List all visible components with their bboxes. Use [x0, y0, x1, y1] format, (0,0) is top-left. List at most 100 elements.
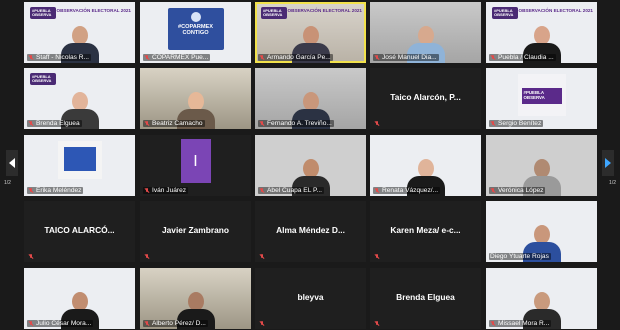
participant-name: Julio César Mora... [36, 320, 92, 327]
participant-tile[interactable]: Renata Vázquez/... [370, 135, 481, 196]
participant-name: Erika Meléndez [36, 187, 82, 194]
mic-muted-icon [490, 54, 496, 61]
participant-tile[interactable]: Fernando A. Treviño... [255, 68, 366, 129]
previous-page-button[interactable] [6, 150, 18, 176]
election-banner: OBSERVACIÓN ELECTORAL 2021 [287, 8, 362, 13]
participant-name: Fernando A. Treviño... [267, 120, 332, 127]
brand-badge: #PUEBLA OBSERVA [261, 7, 287, 19]
mic-muted-icon [374, 254, 380, 260]
mic-muted-icon [490, 320, 496, 327]
participant-name: Diego Ytuarte Rojas [490, 253, 549, 260]
participant-name-label: Beatriz Camacho [143, 120, 205, 127]
mic-muted-icon [259, 321, 265, 327]
participant-name-label: Brenda Elguea [27, 120, 82, 127]
participant-name: Armando García Pe... [267, 54, 331, 61]
page-indicator-left: 1/2 [4, 180, 11, 186]
participant-name-label: Sergio Benítez [489, 120, 544, 127]
participant-tile[interactable]: Brenda Elguea [370, 268, 481, 329]
participant-tile[interactable]: Taico Alarcón, P... [370, 68, 481, 129]
participant-name-label: Diego Ytuarte Rojas [489, 253, 551, 260]
mic-muted-icon [144, 320, 150, 327]
logo-text: #COPARMEX CONTIGO [177, 24, 214, 36]
participant-name-label: Armando García Pe... [258, 54, 333, 61]
mic-muted-icon [144, 120, 150, 127]
participant-name-label [27, 254, 38, 260]
participant-name: COPARMEX Pue... [152, 54, 209, 61]
mic-muted-icon [259, 54, 265, 61]
participant-name-label: Verónica López [489, 187, 546, 194]
mic-muted-icon [28, 254, 34, 260]
participant-name-label: Julio César Mora... [27, 320, 94, 327]
logo-mark-icon [190, 12, 201, 22]
participant-tile[interactable]: #PUEBLA OBSERVA OBSERVACIÓN ELECTORAL 202… [24, 2, 135, 63]
arrow-left-icon [9, 158, 15, 168]
participant-name-label: Puebla / Claudia ... [489, 54, 556, 61]
participant-name-label: COPARMEX Pue... [143, 54, 211, 61]
page-indicator-right: 1/2 [609, 180, 616, 186]
participant-tile[interactable]: Verónica López [486, 135, 597, 196]
participant-name: Abel Cuapa EL P... [267, 187, 322, 194]
coparmex-card-inner [63, 147, 96, 171]
participant-tile[interactable]: #PUEBLA OBSERVA Sergio Benítez [486, 68, 597, 129]
brand-badge: #PUEBLA OBSERVA [30, 7, 56, 19]
mic-muted-icon [144, 254, 150, 260]
participant-tile[interactable]: Karen Meza/ e-c... [370, 201, 481, 262]
brand-badge: #PUEBLA OBSERVA [492, 7, 518, 19]
observa-badge: #PUEBLA OBSERVA [521, 88, 562, 104]
mic-muted-icon [374, 121, 380, 127]
mic-muted-icon [490, 120, 496, 127]
participant-tile[interactable]: #PUEBLA OBSERVA OBSERVACIÓN ELECTORAL 202… [486, 2, 597, 63]
participant-tile[interactable]: TAICO ALARCÓ... [24, 201, 135, 262]
participant-name-label: Missael Mora R... [489, 320, 552, 327]
participant-tile[interactable]: Alma Méndez D... [255, 201, 366, 262]
mic-muted-icon [144, 187, 150, 194]
arrow-right-icon [605, 158, 611, 168]
participant-tile[interactable]: Missael Mora R... [486, 268, 597, 329]
participant-tile[interactable]: bleyva [255, 268, 366, 329]
participant-name-label [373, 321, 384, 327]
participant-tile[interactable]: Alberto Pérez/ D... [140, 268, 251, 329]
participant-name-label: Renata Vázquez/... [373, 187, 441, 194]
participant-display-name: TAICO ALARCÓ... [44, 225, 115, 235]
participant-name-label [373, 121, 384, 127]
mic-muted-icon [28, 320, 34, 327]
next-page-button[interactable] [602, 150, 614, 176]
participant-display-name: Karen Meza/ e-c... [390, 225, 461, 235]
participant-name: Missael Mora R... [498, 320, 550, 327]
avatar-initial: I [193, 153, 198, 170]
participant-name-label: Fernando A. Treviño... [258, 120, 334, 127]
participant-display-name: bleyva [297, 292, 324, 302]
participant-tile[interactable]: José Manuel Dia... [370, 2, 481, 63]
participant-name: Iván Juárez [152, 187, 187, 194]
participant-name: Verónica López [498, 187, 544, 194]
mic-muted-icon [490, 187, 496, 194]
mic-muted-icon [374, 321, 380, 327]
participant-tile[interactable]: Julio César Mora... [24, 268, 135, 329]
participant-name: Puebla / Claudia ... [498, 54, 554, 61]
brand-text: #PUEBLA OBSERVA [32, 74, 52, 83]
mic-muted-icon [374, 54, 380, 61]
participant-display-name: Javier Zambrano [161, 225, 230, 235]
participant-tile[interactable]: Abel Cuapa EL P... [255, 135, 366, 196]
brand-text: #PUEBLA OBSERVA [494, 8, 514, 17]
avatar: I [180, 139, 211, 183]
participant-name: Brenda Elguea [36, 120, 80, 127]
participant-tile[interactable]: #PUEBLA OBSERVA Brenda Elguea [24, 68, 135, 129]
participant-tile[interactable]: Beatriz Camacho [140, 68, 251, 129]
participant-tile[interactable]: #COPARMEX CONTIGO COPARMEX Pue... [140, 2, 251, 63]
participant-tile[interactable]: Javier Zambrano [140, 201, 251, 262]
participant-name-label: Staff - Nicolas R... [27, 54, 92, 61]
brand-text: #PUEBLA OBSERVA [263, 8, 283, 17]
mic-muted-icon [259, 187, 265, 194]
participant-tile[interactable]: I Iván Juárez [140, 135, 251, 196]
mic-muted-icon [28, 54, 34, 61]
participant-tile[interactable]: Erika Meléndez [24, 135, 135, 196]
coparmex-logo: #COPARMEX CONTIGO [167, 8, 224, 50]
participant-name: José Manuel Dia... [382, 54, 437, 61]
participant-tile[interactable]: #PUEBLA OBSERVA OBSERVACIÓN ELECTORAL 202… [255, 2, 366, 63]
participant-tile[interactable]: Diego Ytuarte Rojas [486, 201, 597, 262]
participant-name: Beatriz Camacho [152, 120, 203, 127]
participant-name: Renata Vázquez/... [382, 187, 439, 194]
mic-muted-icon [259, 120, 265, 127]
participant-name: Staff - Nicolas R... [36, 54, 90, 61]
